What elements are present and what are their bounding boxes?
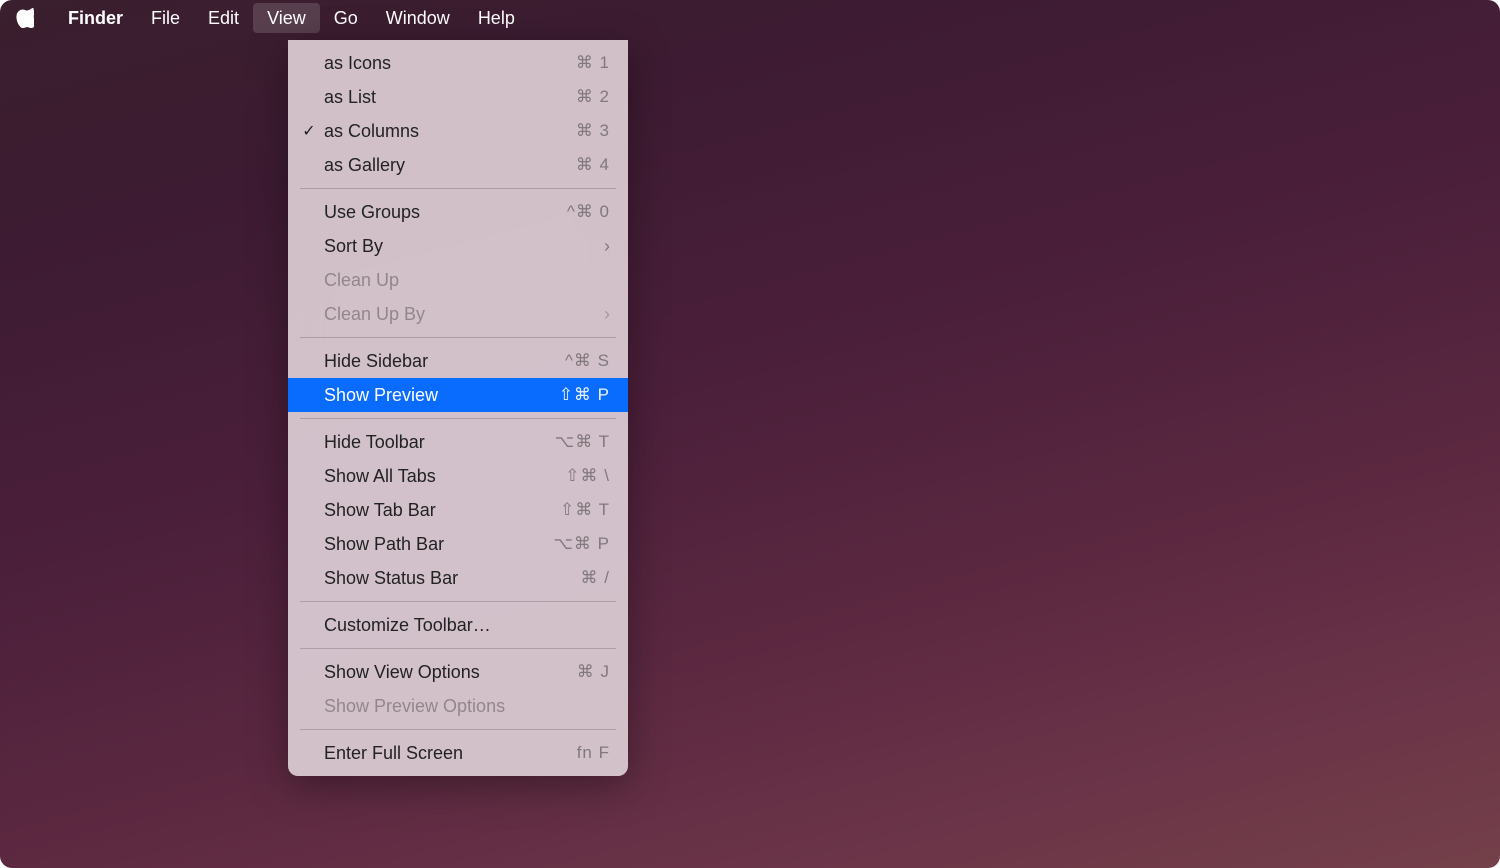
menu-item-hide-sidebar[interactable]: Hide Sidebar^⌘ S (288, 344, 628, 378)
menu-item-shortcut: ⌥⌘ T (555, 432, 610, 452)
menu-item-hide-toolbar[interactable]: Hide Toolbar⌥⌘ T (288, 425, 628, 459)
chevron-right-icon: › (604, 236, 610, 257)
menu-item-as-icons[interactable]: as Icons⌘ 1 (288, 46, 628, 80)
menu-item-label: as Columns (320, 121, 576, 142)
menu-item-shortcut: ^⌘ 0 (567, 202, 610, 222)
menubar-item-go[interactable]: Go (320, 3, 372, 33)
menubar-item-view[interactable]: View (253, 3, 320, 33)
menu-item-show-status-bar[interactable]: Show Status Bar⌘ / (288, 561, 628, 595)
menu-item-shortcut: ⌘ J (577, 662, 610, 682)
menu-item-label: Clean Up By (320, 304, 604, 325)
menu-item-as-columns[interactable]: ✓as Columns⌘ 3 (288, 114, 628, 148)
menu-item-show-path-bar[interactable]: Show Path Bar⌥⌘ P (288, 527, 628, 561)
menu-item-label: Use Groups (320, 202, 567, 223)
menubar-item-file[interactable]: File (137, 3, 194, 33)
menu-item-show-preview-options: Show Preview Options (288, 689, 628, 723)
menu-item-show-tab-bar[interactable]: Show Tab Bar⇧⌘ T (288, 493, 628, 527)
menubar-item-finder[interactable]: Finder (54, 3, 137, 33)
menu-item-clean-up-by: Clean Up By› (288, 297, 628, 331)
menu-item-shortcut: ^⌘ S (565, 351, 610, 371)
menubar-item-edit[interactable]: Edit (194, 3, 253, 33)
menu-separator (300, 729, 616, 730)
menu-item-label: Show Path Bar (320, 534, 553, 555)
menu-item-shortcut: ⇧⌘ T (560, 500, 610, 520)
menu-item-as-gallery[interactable]: as Gallery⌘ 4 (288, 148, 628, 182)
menu-item-shortcut: ⌘ 2 (576, 87, 610, 107)
menu-item-label: Show Status Bar (320, 568, 581, 589)
menu-separator (300, 337, 616, 338)
menubar-items: FinderFileEditViewGoWindowHelp (54, 3, 529, 33)
menu-item-label: Hide Sidebar (320, 351, 565, 372)
menu-item-label: as Icons (320, 53, 576, 74)
menubar: FinderFileEditViewGoWindowHelp (0, 0, 1500, 36)
menu-item-label: Sort By (320, 236, 604, 257)
chevron-right-icon: › (604, 304, 610, 325)
menubar-item-help[interactable]: Help (464, 3, 529, 33)
menu-item-shortcut: ⌘ / (581, 568, 610, 588)
menu-item-label: Enter Full Screen (320, 743, 577, 764)
menu-item-shortcut: ⌘ 4 (576, 155, 610, 175)
menu-item-clean-up: Clean Up (288, 263, 628, 297)
desktop: FinderFileEditViewGoWindowHelp as Icons⌘… (0, 0, 1500, 868)
view-menu-dropdown: as Icons⌘ 1as List⌘ 2✓as Columns⌘ 3as Ga… (288, 40, 628, 776)
menu-item-shortcut: fn F (577, 743, 610, 763)
menu-item-shortcut: ⇧⌘ \ (565, 466, 610, 486)
menu-item-label: Show Tab Bar (320, 500, 560, 521)
menu-item-customize-toolbar[interactable]: Customize Toolbar… (288, 608, 628, 642)
menu-item-label: Hide Toolbar (320, 432, 555, 453)
menu-item-as-list[interactable]: as List⌘ 2 (288, 80, 628, 114)
menu-item-label: Show All Tabs (320, 466, 565, 487)
checkmark-icon: ✓ (298, 121, 320, 141)
apple-logo-icon[interactable] (16, 7, 38, 29)
menu-separator (300, 188, 616, 189)
menu-separator (300, 418, 616, 419)
menu-item-label: Show Preview Options (320, 696, 610, 717)
menu-item-show-view-options[interactable]: Show View Options⌘ J (288, 655, 628, 689)
menu-item-shortcut: ⇧⌘ P (559, 385, 610, 405)
menu-item-label: Customize Toolbar… (320, 615, 610, 636)
menu-separator (300, 648, 616, 649)
menu-item-enter-full-screen[interactable]: Enter Full Screenfn F (288, 736, 628, 770)
menu-item-shortcut: ⌘ 1 (576, 53, 610, 73)
menu-item-shortcut: ⌥⌘ P (553, 534, 610, 554)
menu-item-show-all-tabs[interactable]: Show All Tabs⇧⌘ \ (288, 459, 628, 493)
menu-item-shortcut: ⌘ 3 (576, 121, 610, 141)
menu-item-label: as List (320, 87, 576, 108)
menu-item-label: Clean Up (320, 270, 610, 291)
menu-item-use-groups[interactable]: Use Groups^⌘ 0 (288, 195, 628, 229)
menu-separator (300, 601, 616, 602)
menu-item-sort-by[interactable]: Sort By› (288, 229, 628, 263)
menubar-item-window[interactable]: Window (372, 3, 464, 33)
menu-item-label: Show View Options (320, 662, 577, 683)
menu-item-label: as Gallery (320, 155, 576, 176)
menu-item-label: Show Preview (320, 385, 559, 406)
menu-item-show-preview[interactable]: Show Preview⇧⌘ P (288, 378, 628, 412)
